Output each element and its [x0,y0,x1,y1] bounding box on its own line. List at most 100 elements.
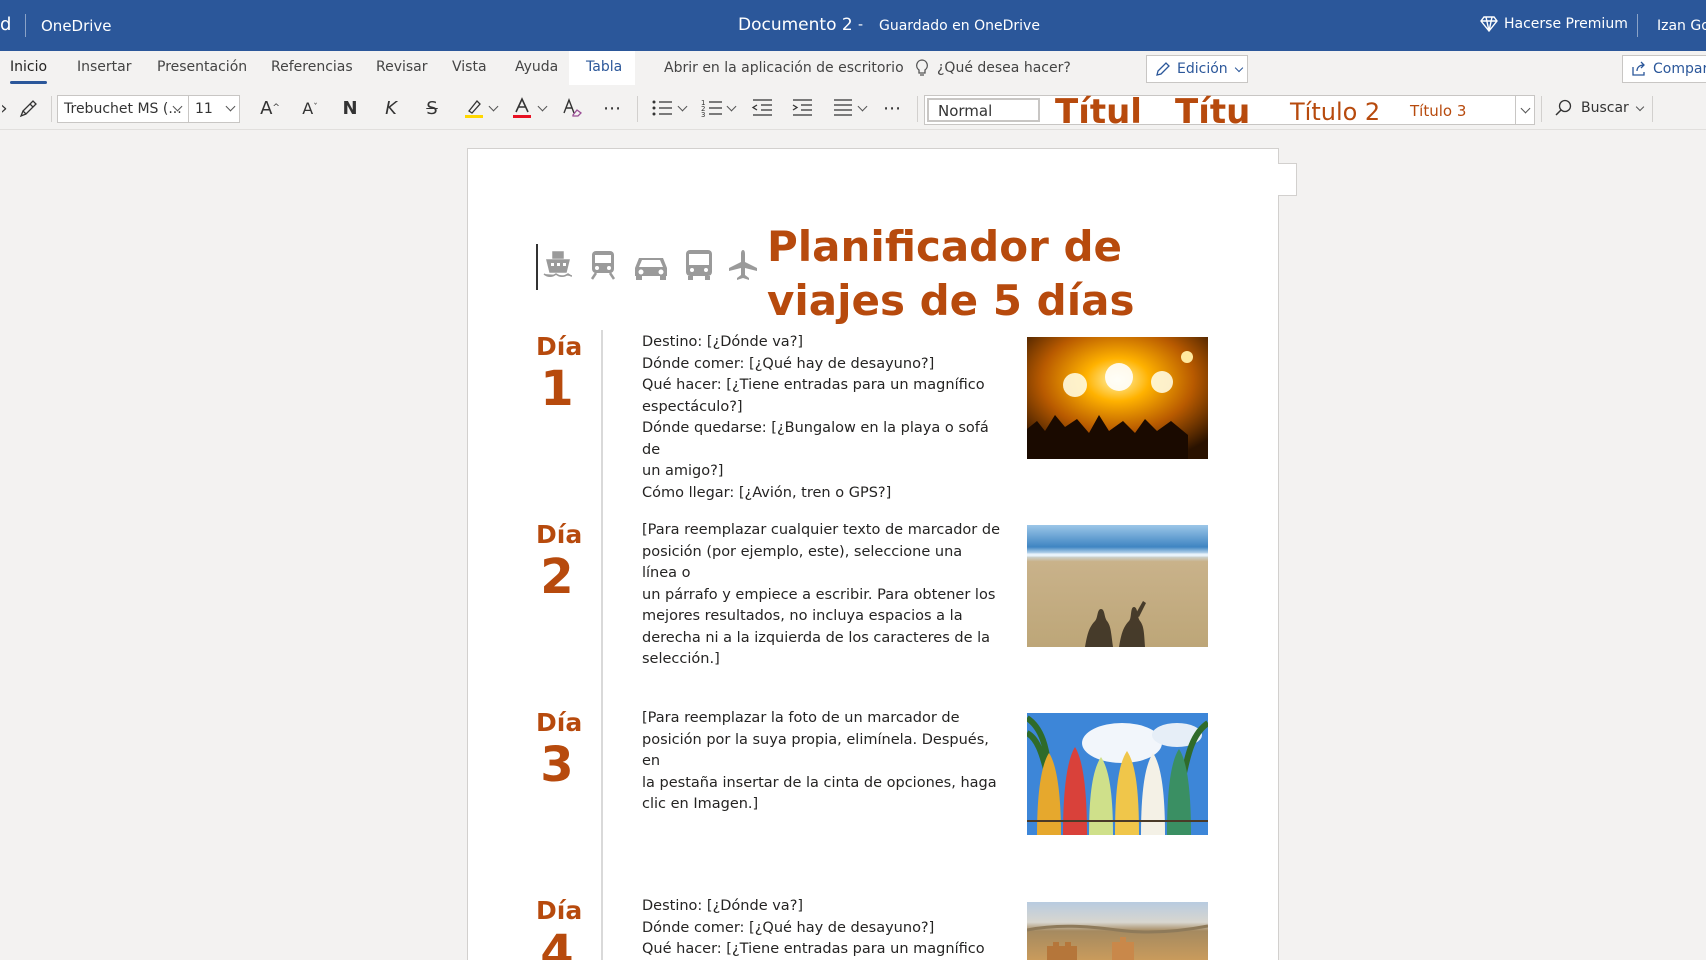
style-title[interactable]: Títul [1055,92,1158,132]
text-line: clic en Imagen.] [642,796,759,812]
styles-gallery: Normal Títul Títu Título 2 Título 3 [924,92,1535,132]
chevron-down-icon[interactable] [726,101,737,112]
font-color-icon[interactable] [510,96,534,120]
increase-indent-icon[interactable] [790,96,814,120]
grow-font-icon[interactable]: A ^ [258,96,282,120]
sandcastle-photo[interactable] [1027,902,1208,960]
tab-help[interactable]: Ayuda [515,59,558,75]
align-icon[interactable] [831,96,855,120]
numbering-icon[interactable]: 123 [700,96,724,120]
strikethrough-button[interactable]: S [420,96,444,120]
onedrive-link[interactable]: OneDrive [41,17,112,35]
beach-photo[interactable] [1027,525,1208,647]
text-line: Qué hacer: [¿Tiene entradas para un magn… [642,941,985,957]
day-4-text[interactable]: Destino: [¿Dónde va?] Dónde comer: [¿Qué… [642,896,1000,960]
timeline-divider [601,330,603,960]
user-account[interactable]: Izan Go [1657,18,1706,34]
tab-design[interactable]: Presentación [157,59,247,75]
car-icon [635,258,667,280]
chevron-down-icon[interactable] [488,101,499,112]
find-button[interactable]: Buscar [1555,99,1645,117]
day-heading-3[interactable]: Día 3 [536,708,583,793]
text-line: Destino: [¿Dónde va?] [642,898,804,914]
font-family-value: Trebuchet MS (... [64,101,182,117]
divider [637,96,638,122]
bold-button[interactable]: N [338,96,362,120]
app-name[interactable]: d [0,14,11,35]
tell-me-label: ¿Qué desea hacer? [937,60,1071,76]
editing-mode-label: Edición [1177,61,1228,77]
editing-mode-button[interactable]: Edición [1146,55,1248,83]
text-line: posición por la suya propia, elimínela. … [642,731,989,770]
text-line: la pestaña insertar de la cinta de opcio… [642,774,997,791]
lightbulb-icon [916,59,928,76]
font-family-select[interactable]: Trebuchet MS (... [57,95,189,123]
text-line: [Para reemplazar la foto de un marcador … [642,710,960,726]
concert-photo[interactable] [1027,337,1208,459]
format-painter-icon[interactable] [17,96,41,120]
day-label: Día [536,332,583,361]
decrease-indent-icon[interactable] [750,96,774,120]
tell-me-search[interactable]: ¿Qué desea hacer? [915,59,1071,77]
shrink-font-icon[interactable]: Aˇ [298,96,322,120]
bullets-icon[interactable] [650,96,674,120]
styles-expand-button[interactable] [1515,96,1535,124]
bus-icon [686,250,712,280]
day-3-text[interactable]: [Para reemplazar la foto de un marcador … [642,708,1000,816]
text-line: derecha ni a la izquierda de los caracte… [642,629,991,646]
save-status: Guardado en OneDrive [879,18,1040,34]
chevron-down-icon[interactable] [857,101,868,112]
day-number: 2 [540,549,574,605]
day-number: 4 [540,925,574,960]
share-label: Compart [1653,61,1706,77]
font-size-value: 11 [195,101,213,117]
more-options-icon[interactable]: ⋯ [600,96,624,120]
tab-references[interactable]: Referencias [271,59,353,75]
text-cursor [536,244,538,290]
chevron-down-icon [1635,102,1645,111]
surfboards-photo[interactable] [1027,713,1208,835]
ribbon-toolbar: › Trebuchet MS (... 11 A ^ Aˇ N K S ⋯ 123… [0,88,1706,132]
style-heading1[interactable]: Títu [1175,92,1273,132]
day-2-text[interactable]: [Para reemplazar cualquier texto de marc… [642,520,1000,671]
pencil-icon [1156,62,1170,76]
premium-button[interactable]: Hacerse Premium [1480,16,1628,32]
style-heading3[interactable]: Título 3 [1410,102,1466,120]
share-icon [1632,61,1645,76]
style-normal[interactable]: Normal [927,98,1040,122]
italic-button[interactable]: K [379,96,403,120]
text-line: Qué hacer: [¿Tiene entradas para un magn… [642,377,985,393]
day-heading-4[interactable]: Día 4 [536,896,582,960]
day-number: 3 [540,737,574,793]
chevron-down-icon[interactable] [537,101,548,112]
day-heading-1[interactable]: Día 1 [536,332,583,416]
airplane-icon [729,250,757,280]
tab-view[interactable]: Vista [452,59,487,75]
tab-review[interactable]: Revisar [376,59,428,75]
highlight-color-icon[interactable] [462,96,486,120]
document-title[interactable]: Planificador de viajes de 5 días [767,220,1147,328]
day-label: Día [536,708,583,737]
style-heading2[interactable]: Título 2 [1290,98,1380,126]
find-label: Buscar [1581,100,1629,116]
open-in-desktop-link[interactable]: Abrir en la aplicación de escritorio [664,60,904,76]
chevron-down-icon [1520,103,1531,114]
chevron-down-icon[interactable] [677,101,688,112]
text-line: Cómo llegar: [¿Avión, tren o GPS?] [642,484,892,501]
text-line: un párrafo y empiece a escribir. Para ob… [642,586,996,603]
document-name[interactable]: Documento 2 [738,15,853,35]
text-line: Dónde comer: [¿Qué hay de desayuno?] [642,355,935,372]
share-button[interactable]: Compart [1622,55,1706,83]
text-line: un amigo?] [642,463,724,479]
text-line: [Para reemplazar cualquier texto de marc… [642,522,1000,538]
more-paragraph-icon[interactable]: ⋯ [880,96,904,120]
text-line: posición (por ejemplo, este), seleccione… [642,543,963,582]
tab-table[interactable]: Tabla [586,59,622,75]
clear-formatting-icon[interactable] [560,96,584,120]
day-1-text[interactable]: Destino: [¿Dónde va?] Dónde comer: [¿Qué… [642,332,1000,504]
tab-insert[interactable]: Insertar [77,59,132,75]
search-icon [1555,99,1572,116]
tab-home[interactable]: Inicio [10,59,48,84]
divider [1541,96,1542,122]
day-heading-2[interactable]: Día 2 [536,520,582,605]
